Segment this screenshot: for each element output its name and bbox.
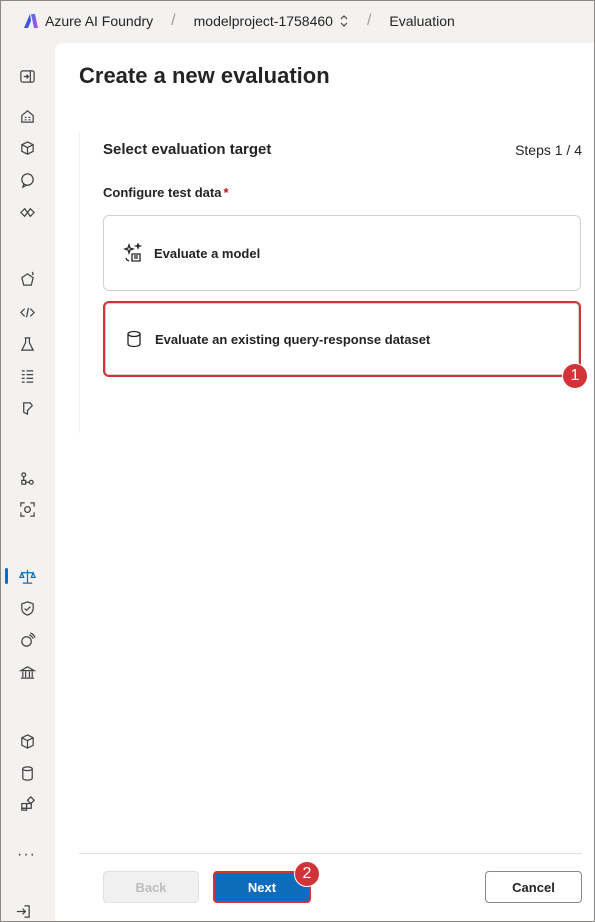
chevron-up-down-icon (340, 15, 348, 27)
home-icon[interactable] (17, 106, 37, 126)
overview-icon[interactable] (17, 202, 37, 222)
option-label: Evaluate an existing query-response data… (155, 331, 431, 347)
brand-name: Azure AI Foundry (45, 13, 154, 29)
playground-icon[interactable] (17, 334, 37, 354)
field-label-text: Configure test data (103, 185, 222, 200)
brand[interactable]: Azure AI Foundry (23, 13, 153, 29)
datasets-icon[interactable] (17, 763, 37, 783)
foundry-logo-icon (24, 14, 38, 28)
breadcrumb-project[interactable]: modelproject-1758460 (194, 13, 349, 29)
database-icon (123, 328, 145, 350)
footer-divider (79, 853, 582, 854)
step-callout-badge: 1 (562, 363, 588, 389)
cancel-button[interactable]: Cancel (485, 871, 582, 903)
chat-icon[interactable] (17, 170, 37, 190)
page-title: Create a new evaluation (79, 63, 330, 88)
left-navigation-rail: ··· (1, 41, 53, 922)
governance-icon[interactable] (17, 662, 37, 682)
monitoring-icon[interactable] (17, 499, 37, 519)
breadcrumb-current-page: Evaluation (389, 13, 455, 29)
evaluation-icon[interactable] (17, 566, 37, 586)
top-bar: Azure AI Foundry / modelproject-1758460 … (1, 1, 594, 41)
active-indicator (5, 568, 8, 584)
tracing-icon[interactable] (17, 468, 37, 488)
guardrails-icon[interactable] (17, 630, 37, 650)
more-icon[interactable]: ··· (17, 846, 36, 864)
project-name: modelproject-1758460 (193, 13, 333, 29)
safety-icon[interactable] (17, 598, 37, 618)
model-catalog-icon[interactable] (17, 731, 37, 751)
option-evaluate-dataset[interactable]: Evaluate an existing query-response data… (103, 301, 581, 377)
apps-icon[interactable] (17, 794, 37, 814)
data-icon[interactable] (17, 366, 37, 386)
sparkle-list-icon (122, 242, 144, 264)
breadcrumb-separator: / (171, 12, 176, 29)
option-evaluate-model[interactable]: Evaluate a model (103, 215, 581, 291)
option-label: Evaluate a model (154, 245, 261, 261)
field-label: Configure test data * (103, 185, 229, 200)
step-indicator: Steps 1 / 4 (515, 142, 582, 158)
stepper-divider (79, 133, 80, 433)
code-icon[interactable] (17, 302, 37, 322)
required-mark: * (223, 185, 229, 200)
agents-icon[interactable] (17, 269, 37, 289)
breadcrumb-separator: / (366, 12, 372, 29)
section-title: Select evaluation target (103, 141, 272, 158)
expand-icon[interactable] (17, 66, 37, 86)
signout-icon[interactable] (13, 901, 33, 921)
back-button[interactable]: Back (103, 871, 199, 903)
fine-tune-icon[interactable] (17, 398, 37, 418)
main-panel: Create a new evaluation Select evaluatio… (55, 43, 594, 921)
step-callout-badge: 2 (294, 861, 320, 887)
models-icon[interactable] (17, 138, 37, 158)
